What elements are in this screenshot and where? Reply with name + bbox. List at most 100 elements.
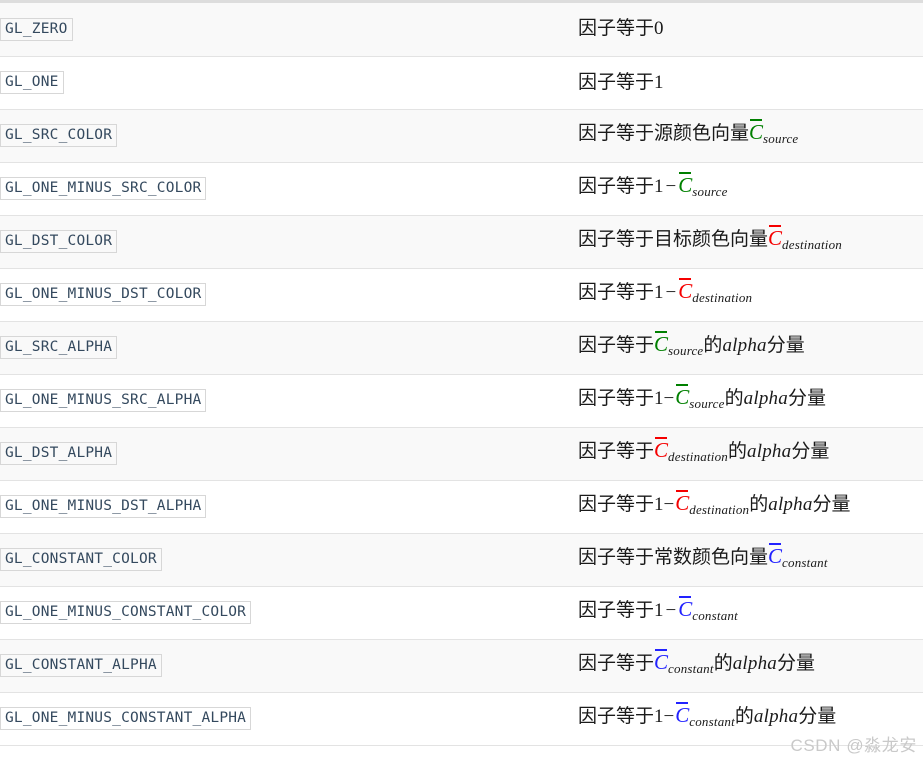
description-prefix-text: 因子等于源颜色向量 [578,123,750,144]
blend-factor-description: 因子等于C source的alpha分量 [578,331,805,358]
table-row: GL_SRC_COLOR 因子等于源颜色向量C source [0,109,923,163]
blend-factor-description-cell: 因子等于源颜色向量C source [578,109,923,163]
blend-factor-enum-cell: GL_CONSTANT_COLOR [0,533,578,587]
description-connector-text: 的 [713,653,733,674]
blend-factor-description-cell: 因子等于C destination的alpha分量 [578,427,923,481]
blend-factor-enum-code: GL_CONSTANT_ALPHA [0,654,162,677]
blend-factor-description-cell: 因子等于0 [578,3,923,57]
color-vector-symbol: Csource [675,384,724,416]
description-prefix-text: 因子等于 [578,706,655,727]
color-vector-symbol: Cdestination [678,278,753,310]
color-vector-letter: C [678,172,693,197]
color-vector-letter: C [654,331,669,356]
blend-factor-description-cell: 因子等于1 [578,56,923,110]
table-row: GL_ONE_MINUS_DST_ALPHA 因子等于1−C destination… [0,480,923,534]
blend-factor-enum-cell: GL_ONE_MINUS_CONSTANT_COLOR [0,586,578,640]
overbar-icon [655,437,668,439]
color-vector-subscript: destination [782,237,843,252]
color-vector-letter: C [675,384,690,409]
blend-factor-enum-code: GL_ONE_MINUS_SRC_ALPHA [0,389,207,412]
blend-factor-enum-code: GL_SRC_COLOR [0,124,118,147]
blend-factor-enum-code: GL_ONE_MINUS_SRC_COLOR [0,177,207,200]
description-suffix-text: 分量 [766,335,805,356]
description-number: 1 [654,494,664,515]
blend-factor-description: 因子等于1−C destination的alpha分量 [578,490,851,517]
description-prefix-text: 因子等于常数颜色向量 [578,547,769,568]
overbar-icon [676,490,689,492]
overbar-icon [769,225,782,227]
blend-factor-enum-code: GL_ONE_MINUS_CONSTANT_COLOR [0,601,252,624]
description-prefix-text: 因子等于 [578,282,655,303]
blend-factor-enum-cell: GL_ONE_MINUS_SRC_COLOR [0,162,578,216]
blend-factor-description: 因子等于1 [578,72,664,93]
overbar-icon [655,649,668,651]
blend-factor-description: 因子等于C destination的alpha分量 [578,437,829,464]
color-vector-symbol: Cdestination [675,490,749,522]
color-vector-symbol: Cdestination [768,225,843,257]
blend-factor-enum-code: GL_DST_ALPHA [0,442,118,465]
color-vector-subscript: source [668,343,704,358]
description-prefix-text: 因子等于 [578,335,655,356]
blend-factor-description: 因子等于1 −C constant [578,596,738,623]
color-vector-letter: C [675,702,690,727]
color-vector-symbol: Csource [749,119,798,151]
blend-factor-enum-code: GL_ONE_MINUS_DST_ALPHA [0,495,207,518]
description-minus-operator: − [663,388,675,409]
blend-factor-enum-cell: GL_ONE_MINUS_DST_COLOR [0,268,578,322]
description-minus-operator: − [665,600,677,621]
blend-factor-enum-cell: GL_ONE [0,56,578,110]
overbar-icon [655,331,668,333]
description-alpha-word: alpha [768,494,813,515]
color-vector-subscript: constant [689,714,735,729]
description-prefix-text: 因子等于 [578,441,655,462]
color-vector-subscript: constant [692,608,738,623]
blend-factor-description: 因子等于1−C source的alpha分量 [578,384,826,411]
description-suffix-text: 分量 [787,388,826,409]
description-number: 1 [654,71,664,93]
description-prefix-text: 因子等于 [578,18,655,40]
description-suffix-text: 分量 [798,706,837,727]
blend-factor-enum-code: GL_ONE_MINUS_DST_COLOR [0,283,207,306]
blend-factor-enum-code: GL_CONSTANT_COLOR [0,548,162,571]
description-minus-operator: − [665,176,677,197]
description-suffix-text: 分量 [812,494,851,515]
description-alpha-word: alpha [743,388,788,409]
color-vector-letter: C [749,119,764,144]
table-row: GL_CONSTANT_ALPHA 因子等于C constant的alpha分量 [0,639,923,693]
overbar-icon [676,702,689,704]
description-prefix-text: 因子等于 [578,71,655,93]
description-connector-text: 的 [734,706,754,727]
blend-factor-enum-cell: GL_SRC_ALPHA [0,321,578,375]
table-row: GL_ONE 因子等于1 [0,56,923,110]
blend-factor-description: 因子等于1−C constant的alpha分量 [578,702,837,729]
color-vector-letter: C [678,278,693,303]
overbar-icon [679,278,692,280]
table-row: GL_ZERO 因子等于0 [0,3,923,57]
blend-factor-description-cell: 因子等于目标颜色向量C destination [578,215,923,269]
color-vector-subscript: destination [692,290,753,305]
color-vector-symbol: Cconstant [678,596,738,628]
description-alpha-word: alpha [747,441,792,462]
blend-factor-enum-code: GL_ONE [0,71,64,94]
table-row: GL_ONE_MINUS_CONSTANT_COLOR 因子等于1 −C consta… [0,586,923,640]
blend-factor-enum-cell: GL_DST_COLOR [0,215,578,269]
description-alpha-word: alpha [753,706,799,727]
blend-factor-description-cell: 因子等于1−C source的alpha分量 [578,374,923,428]
description-alpha-word: alpha [732,653,777,674]
table-row: GL_ONE_MINUS_CONSTANT_ALPHA 因子等于1−C consta… [0,692,923,746]
color-vector-symbol: Csource [678,172,727,204]
overbar-icon [676,384,689,386]
blend-factor-enum-cell: GL_ZERO [0,3,578,57]
description-prefix-text: 因子等于 [578,653,655,674]
blend-factor-enum-cell: GL_ONE_MINUS_DST_ALPHA [0,480,578,534]
blend-factor-description: 因子等于C constant的alpha分量 [578,649,815,676]
description-number: 1 [654,600,664,621]
color-vector-letter: C [678,596,693,621]
description-number: 1 [654,706,664,727]
description-connector-text: 的 [728,441,748,462]
blend-factor-enum-cell: GL_ONE_MINUS_SRC_ALPHA [0,374,578,428]
description-prefix-text: 因子等于 [578,600,655,621]
blend-factor-description-cell: 因子等于1 −C source [578,162,923,216]
description-prefix-text: 因子等于目标颜色向量 [578,229,769,250]
blend-factor-description-cell: 因子等于常数颜色向量C constant [578,533,923,587]
